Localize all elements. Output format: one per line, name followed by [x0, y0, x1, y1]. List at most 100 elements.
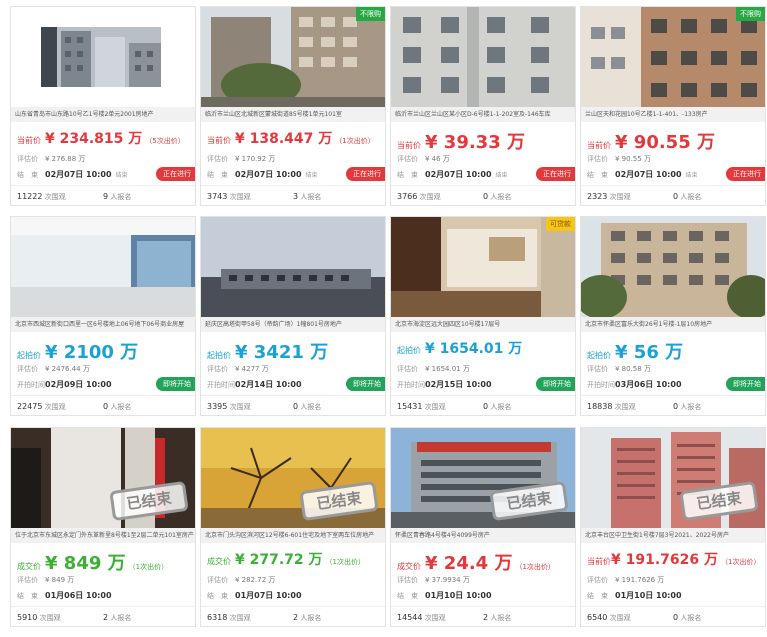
appraisal-label: 评估价: [207, 576, 228, 584]
appraisal-value: ¥ 4277 万: [235, 365, 269, 373]
corner-tag: 可贷款: [546, 217, 575, 231]
listing-card[interactable]: 北京市西城区新街口西里一区6号楼地上06号地下06号商业房屋 起拍价 ¥ 210…: [10, 216, 196, 416]
listing-title[interactable]: 北京市海淀区远大园四区10号楼17层号: [391, 317, 575, 332]
bid-count: （1次出价）: [515, 563, 555, 571]
status-badge[interactable]: 即将开始: [156, 377, 195, 391]
property-photo[interactable]: [201, 7, 385, 107]
property-photo[interactable]: 已结束: [581, 428, 765, 528]
property-photo[interactable]: [11, 217, 195, 317]
listing-card[interactable]: 可贷款 北京市海淀区远大园四区10号楼17层号 起拍价 ¥ 1654.01 万 …: [390, 216, 576, 416]
listing-title[interactable]: 北京市怀柔区富乐大街26号1号楼-1层10房地产: [581, 317, 765, 332]
appraisal-row: 评估价 ¥ 191.7626 万: [587, 575, 759, 585]
property-photo[interactable]: 已结束: [391, 428, 575, 528]
listing-title[interactable]: 山东省青岛市山东路10号乙1号楼2单元2001房地产: [11, 107, 195, 122]
price-value: ¥ 56 万: [615, 342, 684, 363]
time-value: 02月07日 10:00: [425, 170, 492, 179]
appraisal-label: 评估价: [587, 365, 608, 373]
price-value: ¥ 234.815 万: [45, 131, 143, 147]
property-photo[interactable]: 已结束: [11, 428, 195, 528]
signup-count: 0 人报名: [103, 401, 132, 411]
property-photo[interactable]: [581, 217, 765, 317]
time-row: 结 束 01月07日 10:00: [207, 590, 379, 601]
listing-title[interactable]: 临沂市兰山区北城新区蒙城街道85号楼1单元101室: [201, 107, 385, 122]
corner-tag: 不限购: [736, 7, 765, 21]
view-count: 2323 次围观: [587, 191, 631, 201]
end-suffix: 结束: [305, 172, 318, 179]
time-label: 开拍时间: [17, 381, 45, 389]
appraisal-label: 评估价: [397, 155, 418, 163]
appraisal-row: 评估价 ¥ 37.9934 万: [397, 575, 569, 585]
listing-card[interactable]: 延庆区高塔街甲58号（帝韵广场）1幢801号房地产 起拍价 ¥ 3421 万 评…: [200, 216, 386, 416]
view-count: 15431 次围观: [397, 401, 446, 411]
property-photo[interactable]: [391, 7, 575, 107]
listing-title[interactable]: 临沂市兰山区兰山区某小区D-6号楼1-1-202室及-146车库: [391, 107, 575, 122]
listing-card[interactable]: 不限购 临沂市兰山区北城新区蒙城街道85号楼1单元101室 当前价 ¥ 138.…: [200, 6, 386, 206]
status-badge[interactable]: 正在进行: [726, 167, 765, 181]
property-photo[interactable]: [581, 7, 765, 107]
listing-card[interactable]: 不限购 兰山区天和花园10号乙楼1-1-401、-133房产 当前价 ¥ 90.…: [580, 6, 766, 206]
status-badge[interactable]: 正在进行: [156, 167, 195, 181]
appraisal-row: 评估价 ¥ 849 万: [17, 575, 189, 585]
listing-card[interactable]: 已结束 北京市门头沟区滨河区12号楼6-601住宅及地下室两车位房地产 成交价 …: [200, 427, 386, 627]
signup-count: 2 人报名: [293, 612, 322, 622]
property-photo[interactable]: [11, 7, 195, 107]
property-photo[interactable]: [391, 217, 575, 317]
listing-title[interactable]: 延庆区高塔街甲58号（帝韵广场）1幢801号房地产: [201, 317, 385, 332]
price-row: 当前价 ¥ 191.7626 万 （1次出价）: [587, 549, 760, 569]
appraisal-row: 评估价 ¥ 4277 万: [207, 364, 379, 374]
price-label: 当前价: [207, 136, 231, 145]
price-row: 当前价 ¥ 90.55 万: [587, 128, 759, 154]
bid-count: （5次出价）: [145, 137, 185, 145]
price-label: 成交价: [207, 557, 231, 566]
listing-card[interactable]: 北京市怀柔区富乐大街26号1号楼-1层10房地产 起拍价 ¥ 56 万 评估价 …: [580, 216, 766, 416]
price-value: ¥ 24.4 万: [425, 553, 513, 574]
listing-title[interactable]: 兰山区天和花园10号乙楼1-1-401、-133房产: [581, 107, 765, 122]
view-count: 6318 次围观: [207, 612, 251, 622]
appraisal-label: 评估价: [587, 155, 608, 163]
card-footer: 22475 次围观 0 人报名: [11, 395, 195, 415]
status-badge[interactable]: 正在进行: [536, 167, 575, 181]
end-suffix: 结束: [115, 172, 128, 179]
auction-listing-grid: 山东省青岛市山东路10号乙1号楼2单元2001房地产 当前价 ¥ 234.815…: [0, 0, 767, 637]
listing-card[interactable]: 已结束 北京丰台区中卫生街1号楼7层3号2021、2022号房产 当前价 ¥ 1…: [580, 427, 766, 627]
listing-card[interactable]: 临沂市兰山区兰山区某小区D-6号楼1-1-202室及-146车库 当前价 ¥ 3…: [390, 6, 576, 206]
price-row: 成交价 ¥ 24.4 万 （1次出价）: [397, 549, 569, 575]
listing-card[interactable]: 山东省青岛市山东路10号乙1号楼2单元2001房地产 当前价 ¥ 234.815…: [10, 6, 196, 206]
listing-title[interactable]: 北京市西城区新街口西里一区6号楼地上06号地下06号商业房屋: [11, 317, 195, 332]
view-count: 14544 次围观: [397, 612, 446, 622]
time-row: 结 束 01月10日 10:00: [397, 590, 569, 601]
appraisal-value: ¥ 191.7626 万: [615, 576, 665, 584]
listing-title[interactable]: 怀柔区青春路4号楼4号4099号房产: [391, 528, 575, 543]
price-value: ¥ 191.7626 万: [611, 552, 718, 568]
time-label: 结 束: [397, 171, 418, 179]
time-label: 开拍时间: [397, 381, 425, 389]
status-badge[interactable]: 即将开始: [536, 377, 575, 391]
listing-card[interactable]: 已结束 位于北京市东城区永定门外东革新里8号楼1至2层二单元101室房产 成交价…: [10, 427, 196, 627]
signup-count: 9 人报名: [103, 191, 132, 201]
time-value: 01月10日 10:00: [615, 591, 682, 600]
card-footer: 2323 次围观 0 人报名: [581, 185, 765, 205]
listing-title[interactable]: 北京丰台区中卫生街1号楼7层3号2021、2022号房产: [581, 528, 765, 543]
price-value: ¥ 849 万: [45, 553, 126, 574]
signup-count: 3 人报名: [293, 191, 322, 201]
appraisal-row: 评估价 ¥ 170.92 万: [207, 154, 379, 164]
price-value: ¥ 3421 万: [235, 342, 329, 363]
listing-card[interactable]: 已结束 怀柔区青春路4号楼4号4099号房产 成交价 ¥ 24.4 万 （1次出…: [390, 427, 576, 627]
status-badge[interactable]: 即将开始: [346, 377, 385, 391]
listing-title[interactable]: 位于北京市东城区永定门外东革新里8号楼1至2层二单元101室房产: [11, 528, 195, 543]
price-row: 成交价 ¥ 277.72 万 （1次出价）: [207, 549, 379, 569]
price-value: ¥ 90.55 万: [615, 132, 715, 153]
status-badge[interactable]: 正在进行: [346, 167, 385, 181]
time-value: 02月09日 10:00: [45, 380, 112, 389]
status-badge[interactable]: 即将开始: [726, 377, 765, 391]
price-value: ¥ 1654.01 万: [425, 341, 523, 357]
end-suffix: 结束: [495, 172, 508, 179]
card-footer: 18838 次围观 0 人报名: [581, 395, 765, 415]
property-photo[interactable]: [201, 217, 385, 317]
price-label: 起拍价: [397, 346, 421, 355]
price-label: 起拍价: [207, 351, 231, 360]
property-photo[interactable]: 已结束: [201, 428, 385, 528]
corner-tag: 不限购: [356, 7, 385, 21]
listing-title[interactable]: 北京市门头沟区滨河区12号楼6-601住宅及地下室两车位房地产: [201, 528, 385, 543]
time-value: 02月07日 10:00: [235, 170, 302, 179]
